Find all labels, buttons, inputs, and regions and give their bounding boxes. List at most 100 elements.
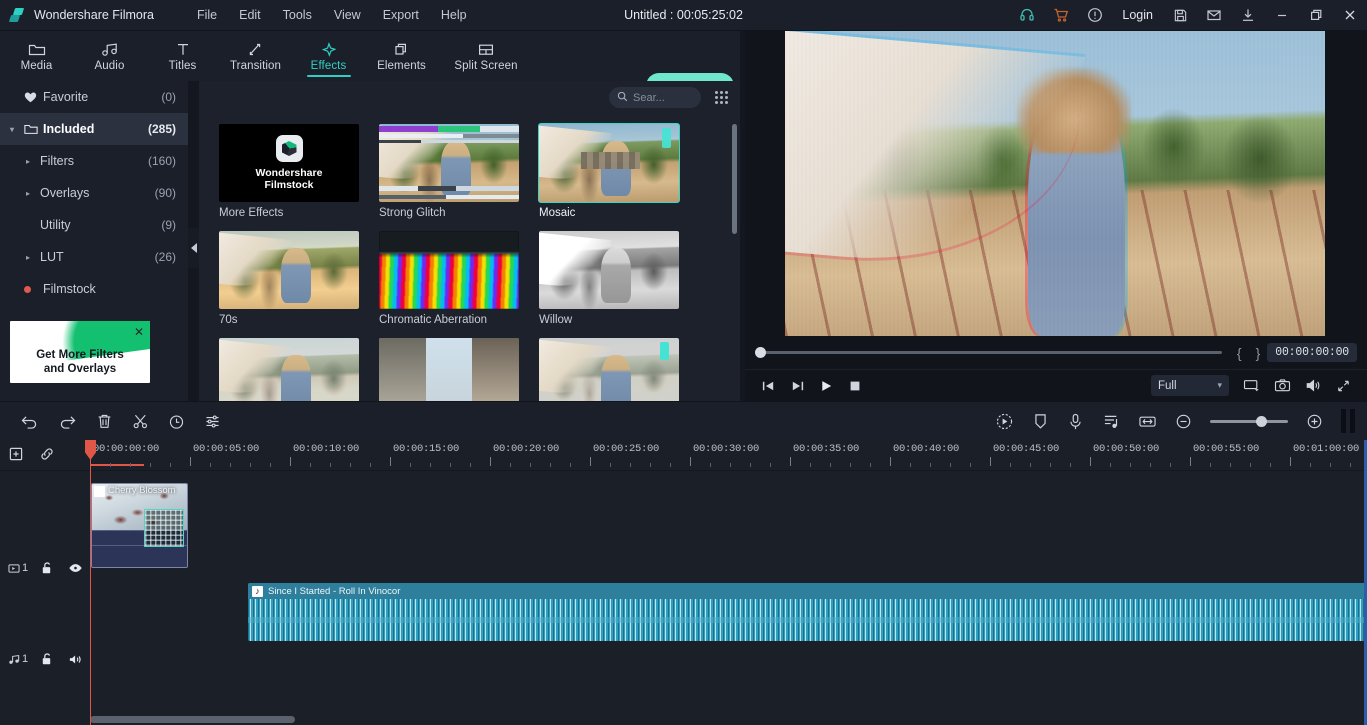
tab-transition[interactable]: Transition xyxy=(219,31,292,81)
snapshot-camera-icon[interactable] xyxy=(1274,378,1291,393)
preview-timecode[interactable]: 00:00:00:00 xyxy=(1267,343,1357,362)
login-button[interactable]: Login xyxy=(1112,8,1163,22)
stop-icon[interactable] xyxy=(848,379,862,393)
timeline-horizontal-scrollbar[interactable] xyxy=(90,716,295,723)
tab-split-screen[interactable]: Split Screen xyxy=(438,31,534,81)
marker-icon[interactable] xyxy=(1032,412,1049,431)
seek-knob[interactable] xyxy=(755,347,766,358)
tab-elements[interactable]: Elements xyxy=(365,31,438,81)
timeline-zoom-slider[interactable] xyxy=(1210,420,1288,423)
mail-icon[interactable] xyxy=(1197,0,1231,31)
sidebar-item-overlays[interactable]: ▸ Overlays (90) xyxy=(0,177,188,209)
headset-icon[interactable] xyxy=(1010,0,1044,31)
effects-grid-scroll[interactable]: Wondershare Filmstock More Effects xyxy=(199,114,740,401)
unlock-icon[interactable] xyxy=(32,652,61,666)
display-mode-icon[interactable] xyxy=(1243,378,1260,393)
audio-track-lane[interactable]: ♪ Since I Started - Roll In Vinocor xyxy=(90,583,1367,641)
save-icon[interactable] xyxy=(1163,0,1197,31)
tab-media[interactable]: Media xyxy=(0,31,73,81)
effect-item-chromatic-aberration[interactable]: Chromatic Aberration xyxy=(379,231,519,326)
menu-view[interactable]: View xyxy=(323,4,372,26)
sidebar-item-filmstock[interactable]: Filmstock xyxy=(0,273,188,305)
effect-item-more-effects[interactable]: Wondershare Filmstock More Effects xyxy=(219,124,359,219)
chevron-right-icon[interactable]: ▸ xyxy=(26,189,40,198)
undo-icon[interactable] xyxy=(20,413,39,430)
sidebar-item-included[interactable]: ▾ Included (285) xyxy=(0,113,188,145)
audio-mixer-icon[interactable] xyxy=(1102,412,1120,431)
unlock-icon[interactable] xyxy=(32,561,61,575)
link-icon[interactable] xyxy=(39,446,55,462)
render-pause-icon[interactable] xyxy=(1341,409,1355,433)
track-header-video-1: 1 xyxy=(0,543,90,593)
add-track-icon[interactable] xyxy=(8,446,24,462)
close-icon[interactable]: ✕ xyxy=(134,325,144,339)
fullscreen-icon[interactable] xyxy=(1336,379,1351,393)
menu-export[interactable]: Export xyxy=(372,4,430,26)
menu-tools[interactable]: Tools xyxy=(272,4,323,26)
playback-quality-select[interactable]: Full ▾ xyxy=(1151,375,1229,396)
minimize-icon[interactable] xyxy=(1265,0,1299,31)
prev-frame-icon[interactable] xyxy=(761,379,776,393)
sidebar-item-filters[interactable]: ▸ Filters (160) xyxy=(0,145,188,177)
grid-view-icon[interactable] xyxy=(715,91,728,104)
delete-icon[interactable] xyxy=(96,413,113,430)
chevron-right-icon[interactable]: ▸ xyxy=(26,157,40,166)
tab-titles[interactable]: Titles xyxy=(146,31,219,81)
preview-canvas[interactable] xyxy=(785,31,1325,336)
timeline-tracks[interactable]: Cherry Blossom ♪ Since I Started - Roll … xyxy=(90,471,1367,725)
menu-help[interactable]: Help xyxy=(430,4,478,26)
maximize-icon[interactable] xyxy=(1299,0,1333,31)
sidebar-item-lut[interactable]: ▸ LUT (26) xyxy=(0,241,188,273)
zoom-in-icon[interactable] xyxy=(1306,413,1323,430)
effect-item-row3-2[interactable] xyxy=(379,338,519,401)
tab-effects[interactable]: Effects xyxy=(292,31,365,81)
eye-icon[interactable] xyxy=(61,562,90,574)
split-scissors-icon[interactable] xyxy=(132,413,149,430)
effect-item-70s[interactable]: 70s xyxy=(219,231,359,326)
effects-vertical-scrollbar[interactable] xyxy=(732,124,737,234)
chevron-down-icon[interactable]: ▾ xyxy=(10,125,24,134)
tab-audio[interactable]: Audio xyxy=(73,31,146,81)
menu-edit[interactable]: Edit xyxy=(228,4,272,26)
mosaic-effect-badge[interactable] xyxy=(144,509,184,547)
search-input[interactable] xyxy=(633,92,695,104)
mark-in-button[interactable]: { xyxy=(1230,345,1249,361)
sidebar-item-utility[interactable]: Utility (9) xyxy=(0,209,188,241)
sidebar-item-favorite[interactable]: Favorite (0) xyxy=(0,81,188,113)
mark-out-button[interactable]: } xyxy=(1249,345,1268,361)
download-icon[interactable] xyxy=(1231,0,1265,31)
ruler-tick-minor xyxy=(1150,463,1151,467)
crop-fit-icon[interactable] xyxy=(1138,413,1157,430)
next-frame-icon[interactable] xyxy=(790,379,805,393)
ruler-tick-minor xyxy=(1130,463,1131,467)
play-icon[interactable] xyxy=(819,379,834,393)
redo-icon[interactable] xyxy=(58,413,77,430)
speaker-icon[interactable] xyxy=(61,653,90,666)
effect-label: Willow xyxy=(539,314,679,326)
speed-timer-icon[interactable] xyxy=(168,413,185,430)
settings-sliders-icon[interactable] xyxy=(204,413,221,430)
shopping-cart-icon[interactable] xyxy=(1044,0,1078,31)
timeline-zoom-knob[interactable] xyxy=(1256,416,1267,427)
chevron-right-icon[interactable]: ▸ xyxy=(26,253,40,262)
close-icon[interactable] xyxy=(1333,0,1367,31)
volume-icon[interactable] xyxy=(1305,378,1322,393)
color-match-icon[interactable] xyxy=(995,412,1014,431)
zoom-out-icon[interactable] xyxy=(1175,413,1192,430)
video-track-lane[interactable]: Cherry Blossom xyxy=(90,483,1367,568)
effect-item-strong-glitch[interactable]: Strong Glitch xyxy=(379,124,519,219)
effect-item-willow[interactable]: Willow xyxy=(539,231,679,326)
info-icon[interactable] xyxy=(1078,0,1112,31)
voiceover-mic-icon[interactable] xyxy=(1067,412,1084,431)
effect-item-mosaic[interactable]: Mosaic xyxy=(539,124,679,219)
effect-item-row3-3[interactable] xyxy=(539,338,679,401)
collapse-sidebar-button[interactable] xyxy=(188,228,199,268)
playhead[interactable] xyxy=(90,440,91,725)
effect-item-row3-1[interactable] xyxy=(219,338,359,401)
seek-slider[interactable] xyxy=(755,351,1222,354)
menu-file[interactable]: File xyxy=(186,4,228,26)
audio-clip-since-i-started[interactable]: ♪ Since I Started - Roll In Vinocor xyxy=(248,583,1367,641)
search-box[interactable] xyxy=(609,87,701,108)
filmstock-promo-banner[interactable]: ✕ Get More Filters and Overlays xyxy=(10,321,150,383)
timeline-ruler[interactable]: 00:00:00:0000:00:05:0000:00:10:0000:00:1… xyxy=(0,440,1367,471)
